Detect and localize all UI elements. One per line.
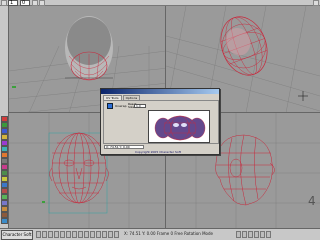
head-side-wireframe-icon [215, 134, 275, 206]
status-slot-icon[interactable] [242, 231, 247, 238]
status-slot-icon[interactable] [254, 231, 259, 238]
status-text: X: 74.51 Y: 0.00 Frame 0 Free Rotation M… [124, 231, 213, 236]
status-slot-icon[interactable] [84, 231, 89, 238]
help-icon[interactable] [1, 218, 8, 224]
status-slot-icon[interactable] [114, 231, 119, 238]
start-button[interactable]: Character Soft [1, 230, 33, 240]
head-perspective-icon [220, 16, 268, 76]
status-slot-icon[interactable] [60, 231, 65, 238]
status-slot-icon[interactable] [266, 231, 271, 238]
status-slot-icon[interactable] [248, 231, 253, 238]
status-slot-icon[interactable] [42, 231, 47, 238]
dialog-coordinates: X: 74.51 Y: 0.00 [104, 145, 144, 149]
status-slot-icon[interactable] [96, 231, 101, 238]
uv-tool-icon[interactable] [107, 103, 113, 109]
status-slot-icon[interactable] [108, 231, 113, 238]
dialog-panel: Unwrap Reset Size 1.0 [103, 100, 219, 144]
dialog-titlebar[interactable] [101, 89, 219, 94]
head-back-icon [65, 16, 113, 81]
dialog-copyright: Copyright 2005 Character Soft [135, 150, 181, 154]
status-bar: Character Soft X: 74.51 Y: 0.00 Frame 0 … [0, 228, 320, 240]
gizmo-icon [42, 201, 45, 203]
gizmo-icon [12, 86, 16, 88]
status-slot-icon[interactable] [72, 231, 77, 238]
status-slot-icon[interactable] [54, 231, 59, 238]
uv-map-icon [149, 111, 209, 142]
status-slot-icon[interactable] [260, 231, 265, 238]
uv-editor-dialog[interactable]: UV Tools Options Unwrap Reset Size 1.0 X… [100, 88, 220, 155]
status-slot-icon[interactable] [90, 231, 95, 238]
uv-map-preview[interactable] [148, 110, 210, 143]
left-toolbar [0, 6, 9, 228]
status-slot-icon[interactable] [78, 231, 83, 238]
status-slot-icon[interactable] [36, 231, 41, 238]
status-slot-icon[interactable] [102, 231, 107, 238]
status-slot-icon[interactable] [236, 231, 241, 238]
size-field[interactable]: 1.0 [134, 104, 146, 108]
status-slot-icon[interactable] [48, 231, 53, 238]
axis-label-icon: 4 [308, 194, 316, 208]
axis-gizmo-icon [298, 91, 308, 101]
unwrap-label[interactable]: Unwrap [115, 104, 127, 108]
status-slot-icon[interactable] [66, 231, 71, 238]
